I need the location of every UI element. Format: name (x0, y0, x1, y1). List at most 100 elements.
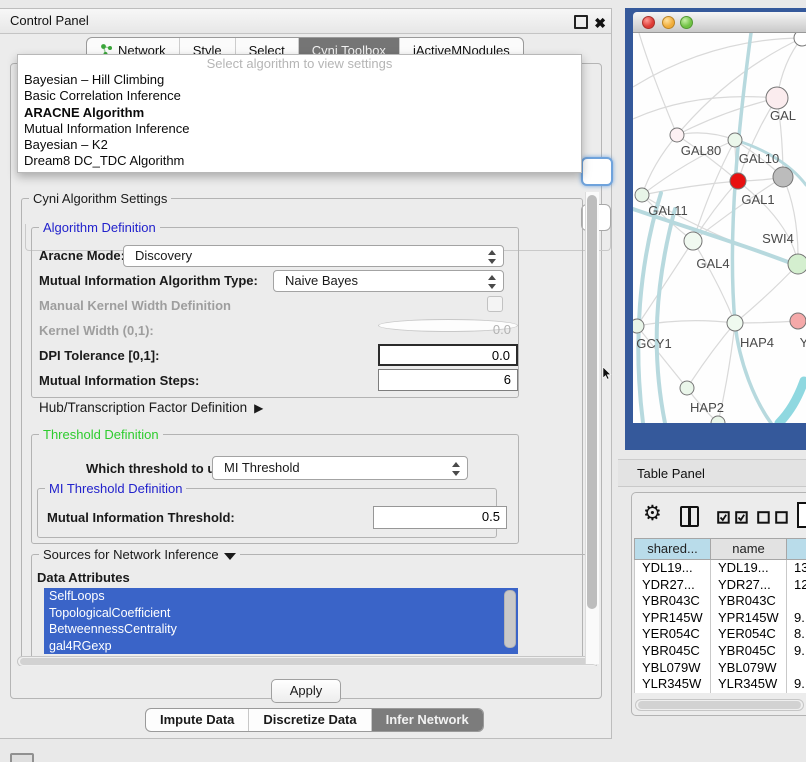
network-edge[interactable] (642, 135, 677, 195)
expand-right-icon[interactable]: ▶ (254, 401, 263, 415)
column-header-shared-name[interactable]: shared... (634, 538, 711, 560)
table-cell[interactable]: YBL079W (711, 660, 787, 677)
mac-close-icon[interactable] (642, 16, 655, 29)
table-cell[interactable]: YBR045C (635, 643, 711, 660)
page-icon[interactable] (797, 502, 806, 528)
gear-icon[interactable]: ⚙ (643, 501, 662, 526)
table-row[interactable]: YBL079WYBL079W (635, 660, 806, 677)
table-row[interactable]: YBR045CYBR045C9. (635, 643, 806, 660)
network-node[interactable] (766, 87, 788, 109)
network-edge[interactable] (639, 33, 677, 135)
vertical-scrollbar-thumb[interactable] (587, 195, 597, 609)
dropdown-option[interactable]: Bayesian – Hill Climbing (18, 72, 581, 88)
dropdown-option[interactable]: Basic Correlation Inference (18, 88, 581, 104)
vertical-scrollbar[interactable] (585, 192, 599, 664)
collapse-down-icon[interactable] (224, 553, 236, 560)
network-edge[interactable] (677, 98, 777, 135)
dropdown-option[interactable]: Dream8 DC_TDC Algorithm (18, 153, 581, 169)
which-threshold-combo[interactable]: MI Threshold (212, 456, 468, 480)
table-panel-titlebar[interactable]: Table Panel (618, 459, 806, 487)
network-window-titlebar[interactable] (633, 12, 806, 33)
network-node[interactable] (635, 188, 649, 202)
network-node[interactable] (728, 133, 742, 147)
data-attribute-item[interactable]: TopologicalCoefficient (44, 605, 518, 622)
kernel-width-field[interactable]: 0.0 (378, 319, 518, 332)
network-node[interactable] (711, 416, 725, 423)
table-cell[interactable]: YER054C (635, 626, 711, 643)
network-edge-highlighted[interactable] (732, 33, 771, 423)
data-attribute-item[interactable]: gal4RGexp (44, 638, 518, 655)
table-cell[interactable]: 8. (787, 626, 806, 643)
data-attributes-list[interactable]: SelfLoopsTopologicalCoefficientBetweenne… (44, 588, 518, 654)
network-edge[interactable] (783, 177, 798, 264)
data-attribute-item[interactable]: BetweennessCentrality (44, 621, 518, 638)
table-cell[interactable]: YLR345W (711, 676, 787, 693)
network-edge[interactable] (677, 133, 735, 140)
mutual-information-threshold-field[interactable]: 0.5 (373, 506, 507, 529)
dropdown-option[interactable]: ARACNE Algorithm (18, 105, 581, 121)
table-cell[interactable]: YDL19... (635, 560, 711, 577)
minimized-panel-icon[interactable] (10, 753, 34, 762)
mac-zoom-icon[interactable] (680, 16, 693, 29)
table-cell[interactable]: 9. (787, 676, 806, 693)
table-cell[interactable] (787, 593, 806, 610)
split-columns-icon[interactable] (680, 506, 699, 527)
network-edge[interactable] (637, 321, 735, 326)
dropdown-option[interactable]: Mutual Information Inference (18, 121, 581, 137)
table-cell[interactable]: YER054C (711, 626, 787, 643)
close-icon[interactable]: ✖ (594, 11, 606, 35)
table-cell[interactable]: 9. (787, 610, 806, 627)
table-row[interactable]: YBR043CYBR043C (635, 593, 806, 610)
tab-discretize-data[interactable]: Discretize Data (249, 709, 371, 731)
network-node[interactable] (773, 167, 793, 187)
network-edge[interactable] (735, 264, 798, 323)
aracne-mode-combo[interactable]: Discovery (123, 245, 504, 267)
network-edge[interactable] (633, 97, 777, 119)
list-scrollbar-thumb[interactable] (504, 590, 516, 648)
network-edge[interactable] (642, 181, 738, 195)
table-row[interactable]: YLR345WYLR345W9. (635, 676, 806, 693)
table-cell[interactable]: YPR145W (711, 610, 787, 627)
focused-combo-fragment[interactable] (581, 157, 613, 186)
dropdown-option[interactable]: Bayesian – K2 (18, 137, 581, 153)
table-horizontal-scrollbar[interactable] (635, 699, 804, 711)
network-node[interactable] (633, 319, 644, 333)
table-row[interactable]: YER054CYER054C8. (635, 626, 806, 643)
table-cell[interactable]: 13 (787, 560, 806, 577)
table-cell[interactable] (787, 660, 806, 677)
table-cell[interactable]: YDL19... (711, 560, 787, 577)
table-body[interactable]: YDL19...YDL19...13YDR27...YDR27...12YBR0… (634, 560, 806, 693)
table-cell[interactable]: YBR045C (711, 643, 787, 660)
network-canvas[interactable]: GALGAL80GAL10GAL1GAL11GAL4SWI4GCY1HAP4YH… (633, 33, 806, 423)
table-cell[interactable]: YBR043C (711, 593, 787, 610)
tab-infer-network[interactable]: Infer Network (372, 709, 483, 731)
control-panel-titlebar[interactable]: Control Panel ✖ (0, 9, 611, 34)
dpi-tolerance-field[interactable]: 0.0 (378, 344, 518, 366)
tab-impute-data[interactable]: Impute Data (146, 709, 249, 731)
network-node[interactable] (790, 313, 806, 329)
horizontal-scrollbar[interactable] (17, 656, 597, 666)
table-cell[interactable]: YLR345W (635, 676, 711, 693)
hub-transcription-factor-expander[interactable]: Hub/Transcription Factor Definition▶ (39, 400, 263, 415)
float-window-icon[interactable] (574, 15, 588, 29)
table-cell[interactable]: YBL079W (635, 660, 711, 677)
network-edge[interactable] (735, 321, 798, 323)
table-cell[interactable]: 12 (787, 577, 806, 594)
table-cell[interactable]: YDR27... (711, 577, 787, 594)
manual-kernel-width-checkbox[interactable] (487, 296, 503, 312)
table-cell[interactable]: 9. (787, 643, 806, 660)
network-edge[interactable] (693, 241, 735, 323)
column-header-name[interactable]: name (711, 538, 787, 560)
sources-title[interactable]: Sources for Network Inference (39, 548, 240, 561)
table-cell[interactable]: YBR043C (635, 593, 711, 610)
column-header-partial[interactable] (787, 538, 806, 560)
network-view-window[interactable]: GALGAL80GAL10GAL1GAL11GAL4SWI4GCY1HAP4YH… (625, 8, 806, 450)
network-node[interactable] (788, 254, 806, 274)
checked-checkboxes-icon[interactable] (717, 511, 749, 524)
network-node[interactable] (794, 33, 806, 46)
table-cell[interactable]: YPR145W (635, 610, 711, 627)
data-attribute-item[interactable]: SelfLoops (44, 588, 518, 605)
network-graph[interactable]: GALGAL80GAL10GAL1GAL11GAL4SWI4GCY1HAP4YH… (633, 33, 806, 423)
network-node[interactable] (684, 232, 702, 250)
table-row[interactable]: YDL19...YDL19...13 (635, 560, 806, 577)
